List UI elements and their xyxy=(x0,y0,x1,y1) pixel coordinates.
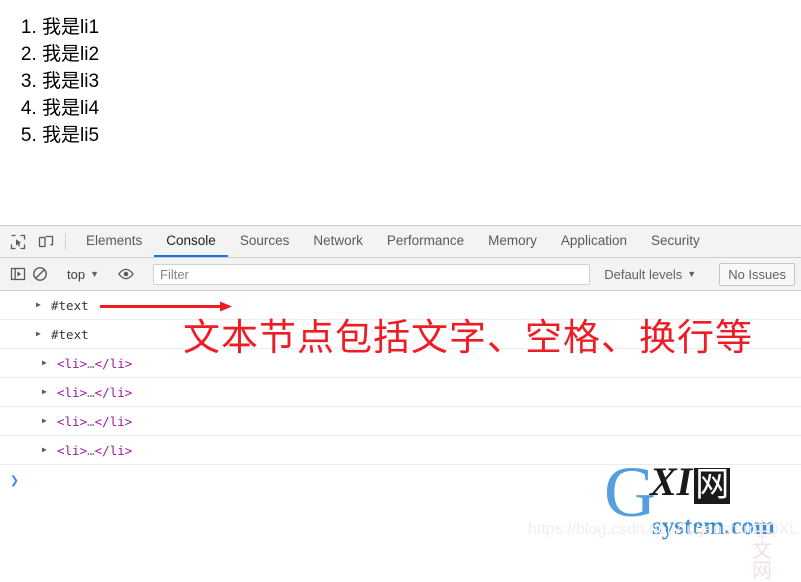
console-row[interactable]: ▶ <li>…</li> xyxy=(0,436,801,465)
log-levels-select[interactable]: Default levels ▼ xyxy=(598,267,702,282)
text-node-label: #text xyxy=(51,297,89,313)
rendered-page-area: 我是li1 我是li2 我是li3 我是li4 我是li5 xyxy=(0,0,801,225)
element-node-label: <li>…</li> xyxy=(57,385,132,400)
console-row[interactable]: ▶ <li>…</li> xyxy=(0,407,801,436)
tab-sources[interactable]: Sources xyxy=(228,226,302,257)
open-tag: <li> xyxy=(57,413,88,429)
close-tag: </li> xyxy=(94,413,133,429)
devtools-tabstrip: Elements Console Sources Network Perform… xyxy=(0,226,801,258)
devtools-tabs: Elements Console Sources Network Perform… xyxy=(74,226,712,257)
disclosure-triangle-icon[interactable]: ▶ xyxy=(36,301,48,309)
ellipsis: … xyxy=(87,355,95,371)
close-tag: </li> xyxy=(94,442,133,458)
open-tag: <li> xyxy=(57,355,88,371)
sidebar-toggle-icon[interactable] xyxy=(8,264,28,284)
execution-context-select[interactable]: top ▼ xyxy=(63,267,103,282)
chevron-down-icon: ▼ xyxy=(687,268,697,279)
list-item: 我是li3 xyxy=(42,68,801,95)
console-row[interactable]: ▶ <li>…</li> xyxy=(0,378,801,407)
execution-context-value: top xyxy=(67,266,86,282)
close-tag: </li> xyxy=(94,384,133,400)
element-node-label: <li>…</li> xyxy=(57,414,132,429)
console-message-list: ▶ #text ▶ #text ▶ <li>…</li> ▶ <li>…</li… xyxy=(0,291,801,495)
tab-console[interactable]: Console xyxy=(154,226,228,257)
list-item: 我是li4 xyxy=(42,95,801,122)
devtools-panel: Elements Console Sources Network Perform… xyxy=(0,225,801,550)
console-row[interactable]: ▶ #text xyxy=(0,291,801,320)
device-toolbar-icon[interactable] xyxy=(36,232,56,252)
issues-button[interactable]: No Issues xyxy=(719,262,795,286)
clear-console-icon[interactable] xyxy=(30,264,50,284)
disclosure-triangle-icon[interactable]: ▶ xyxy=(42,446,54,454)
tab-elements[interactable]: Elements xyxy=(74,226,154,257)
tab-security[interactable]: Security xyxy=(639,226,712,257)
disclosure-triangle-icon[interactable]: ▶ xyxy=(42,388,54,396)
ellipsis: … xyxy=(87,442,95,458)
text-node-label: #text xyxy=(51,326,89,342)
tab-performance[interactable]: Performance xyxy=(375,226,476,257)
disclosure-triangle-icon[interactable]: ▶ xyxy=(42,417,54,425)
disclosure-triangle-icon[interactable]: ▶ xyxy=(36,330,48,338)
close-tag: </li> xyxy=(94,355,133,371)
ordered-list: 我是li1 我是li2 我是li3 我是li4 我是li5 xyxy=(0,14,801,149)
tab-application[interactable]: Application xyxy=(549,226,639,257)
open-tag: <li> xyxy=(57,442,88,458)
filter-input[interactable] xyxy=(153,263,591,285)
toolbar-divider xyxy=(65,233,66,250)
devtools-tool-icons xyxy=(0,226,61,257)
element-node-label: <li>…</li> xyxy=(57,443,132,458)
console-prompt[interactable]: ❯ xyxy=(0,465,801,495)
element-node-label: <li>…</li> xyxy=(57,356,132,371)
ellipsis: … xyxy=(87,413,95,429)
inspect-element-icon[interactable] xyxy=(8,232,28,252)
list-item: 我是li1 xyxy=(42,14,801,41)
ellipsis: … xyxy=(87,384,95,400)
open-tag: <li> xyxy=(57,384,88,400)
tab-memory[interactable]: Memory xyxy=(476,226,549,257)
disclosure-triangle-icon[interactable]: ▶ xyxy=(42,359,54,367)
live-expression-eye-icon[interactable] xyxy=(116,264,136,284)
console-row[interactable]: ▶ #text xyxy=(0,320,801,349)
prompt-caret-icon: ❯ xyxy=(10,471,20,489)
tab-network[interactable]: Network xyxy=(301,226,375,257)
log-levels-value: Default levels xyxy=(604,266,683,282)
list-item: 我是li5 xyxy=(42,122,801,149)
chevron-down-icon: ▼ xyxy=(90,268,99,279)
console-row[interactable]: ▶ <li>…</li> xyxy=(0,349,801,378)
console-filterbar: top ▼ Default levels ▼ No Issues xyxy=(0,258,801,291)
list-item: 我是li2 xyxy=(42,41,801,68)
